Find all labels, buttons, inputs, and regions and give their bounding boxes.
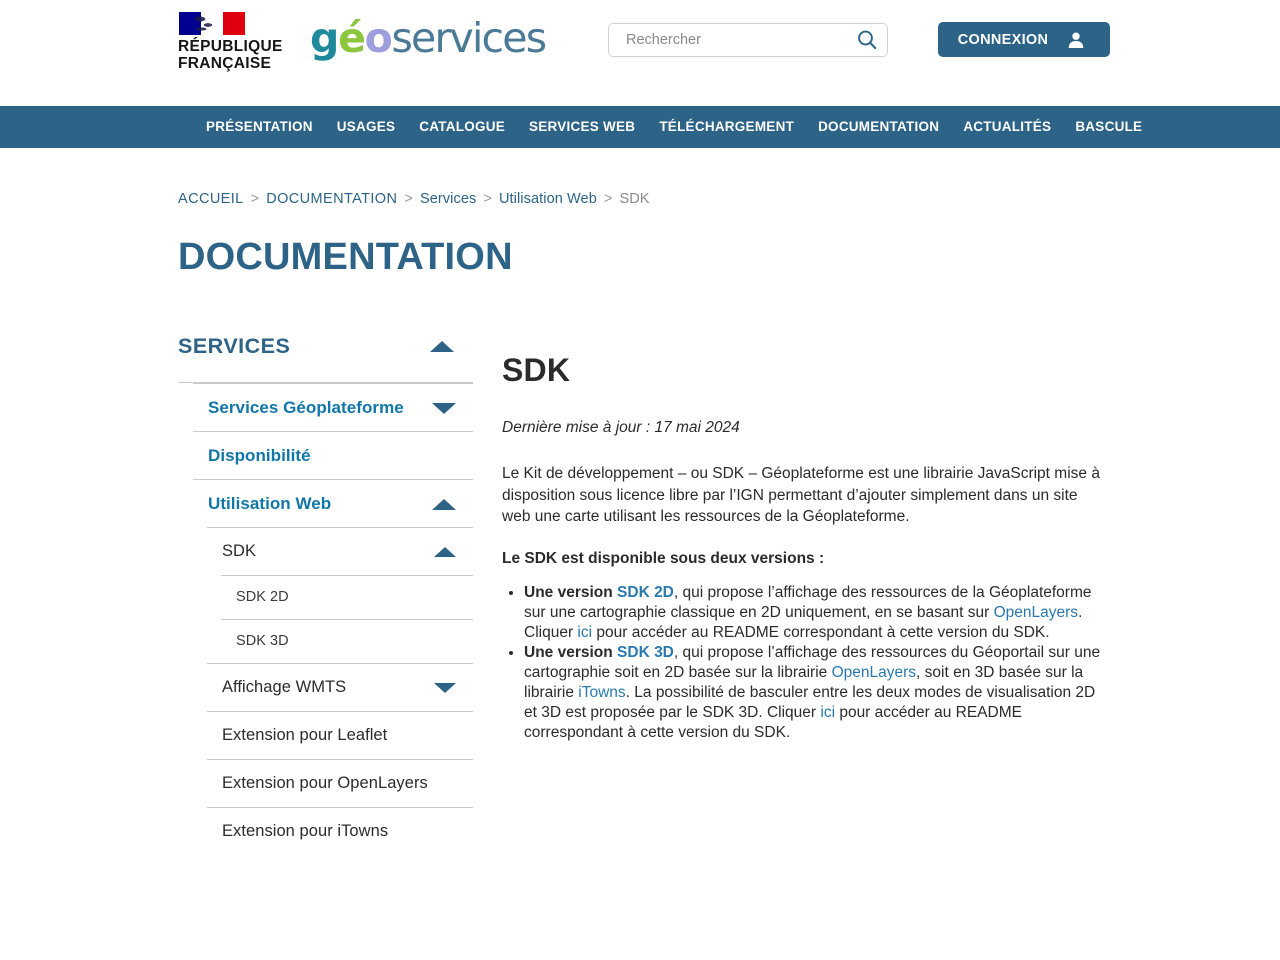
nav-item-catalogue[interactable]: CATALOGUE [407, 106, 517, 148]
bullet-prefix: Une version [524, 584, 618, 601]
sidebar-link-services-geoplateforme[interactable]: Services Géoplateforme [193, 384, 473, 431]
geoservices-logo[interactable]: géoservices [310, 14, 547, 62]
logo-letter-o: o [364, 14, 393, 62]
sidebar-item-label: Extension pour OpenLayers [222, 774, 428, 792]
list-item: Une version SDK 3D, qui propose l’affich… [524, 643, 1102, 743]
sidebar-submenu-utilisation-web: SDK SDK 2D SDK 3D Affichage WMTS Extensi… [207, 527, 473, 855]
sidebar-item-utilisation-web[interactable]: Utilisation Web SDK SDK 2D SDK 3D Affich… [193, 479, 473, 855]
logo-word-services: services [391, 14, 547, 62]
sidebar-item-label: Extension pour iTowns [222, 822, 389, 840]
user-avatar-icon [1066, 30, 1086, 50]
link-sdk-2d[interactable]: SDK 2D [617, 584, 674, 601]
article-heading: SDK [502, 352, 571, 388]
breadcrumb-separator: > [483, 191, 492, 207]
brand-block[interactable]: RÉPUBLIQUE FRANÇAISE géoservices [178, 12, 547, 72]
breadcrumb: ACCUEIL > DOCUMENTATION > Services > Utilisati… [178, 191, 650, 207]
sidebar-link-sdk[interactable]: SDK [207, 528, 473, 575]
sidebar-title: SERVICES [178, 333, 291, 358]
breadcrumb-separator: > [603, 191, 613, 207]
sidebar-link-sdk-3d[interactable]: SDK 3D [221, 620, 473, 663]
sidebar-item-label: Extension pour Leaflet [222, 726, 388, 744]
nav-item-actualites[interactable]: ACTUALITÉS [951, 106, 1063, 148]
sidebar-item-sdk-2d[interactable]: SDK 2D [221, 575, 473, 619]
sidebar-menu: Services Géoplateforme Disponibilité Uti… [193, 383, 473, 855]
bullet-prefix: Une version [524, 644, 618, 661]
sidebar-item-label: Disponibilité [208, 446, 311, 465]
nav-item-services-web[interactable]: SERVICES WEB [517, 106, 647, 148]
breadcrumb-item-sdk: SDK [619, 191, 650, 207]
nav-item-bascule[interactable]: BASCULE [1063, 106, 1154, 148]
sidebar-link-utilisation-web[interactable]: Utilisation Web [193, 480, 473, 527]
nav-item-presentation[interactable]: PRÉSENTATION [178, 106, 325, 148]
sidebar-link-disponibilite[interactable]: Disponibilité [193, 432, 473, 479]
sidebar-item-label: SDK 2D [236, 589, 289, 605]
sidebar-link-extension-itowns[interactable]: Extension pour iTowns [207, 808, 473, 855]
article-intro-paragraph: Le Kit de développement – ou SDK – Géopl… [502, 465, 1100, 525]
sidebar-item-label: Services Géoplateforme [208, 398, 404, 417]
sidebar-item-label: Affichage WMTS [222, 678, 347, 696]
link-openlayers[interactable]: OpenLayers [832, 664, 916, 681]
caret-up-icon[interactable] [433, 545, 457, 558]
page-title: DOCUMENTATION [178, 236, 513, 278]
caret-up-icon[interactable] [429, 339, 455, 353]
sidebar-item-label: SDK 3D [236, 633, 289, 649]
link-itowns[interactable]: iTowns [578, 684, 625, 701]
sidebar-link-extension-openlayers[interactable]: Extension pour OpenLayers [207, 760, 473, 807]
logo-letter-e: é [338, 14, 366, 62]
caret-up-icon[interactable] [431, 497, 457, 511]
republique-francaise-logo: RÉPUBLIQUE FRANÇAISE [178, 12, 288, 72]
site-header: RÉPUBLIQUE FRANÇAISE géoservices CONNEXI… [0, 0, 1280, 106]
search-submit-button[interactable] [847, 24, 887, 56]
nav-item-telechargement[interactable]: TÉLÉCHARGEMENT [647, 106, 806, 148]
link-openlayers[interactable]: OpenLayers [994, 604, 1078, 621]
search-icon [858, 30, 877, 50]
article-lead-text: Le SDK est disponible sous deux versions… [502, 549, 825, 567]
sidebar-item-disponibilite[interactable]: Disponibilité [193, 431, 473, 479]
sidebar-header[interactable]: SERVICES [178, 320, 473, 372]
sidebar: SERVICES Services Géoplateforme Disponib… [178, 320, 473, 855]
link-sdk-3d[interactable]: SDK 3D [617, 644, 674, 661]
french-flag-icon [179, 12, 245, 35]
page-root: RÉPUBLIQUE FRANÇAISE géoservices CONNEXI… [0, 0, 1280, 960]
login-button-label: CONNEXION [957, 31, 1049, 48]
search-box[interactable] [608, 23, 888, 57]
last-updated-text: Dernière mise à jour : 17 mai 2024 [502, 419, 740, 436]
main-navigation: PRÉSENTATION USAGES CATALOGUE SERVICES W… [0, 106, 1280, 148]
sidebar-submenu-sdk: SDK 2D SDK 3D [221, 575, 473, 663]
republique-line-1: RÉPUBLIQUE [178, 38, 283, 55]
sdk-version-list: Une version SDK 2D, qui propose l’affich… [502, 583, 1102, 743]
breadcrumb-item-accueil[interactable]: ACCUEIL [178, 191, 244, 207]
sidebar-item-label: SDK [222, 542, 257, 560]
breadcrumb-item-services[interactable]: Services [420, 191, 476, 207]
republique-line-2: FRANÇAISE [178, 55, 272, 72]
sidebar-item-extension-itowns[interactable]: Extension pour iTowns [207, 807, 473, 855]
link-ici-sdk-2d[interactable]: ici [577, 624, 592, 641]
search-input[interactable] [609, 24, 847, 56]
sidebar-link-sdk-2d[interactable]: SDK 2D [221, 576, 473, 619]
breadcrumb-item-utilisation-web[interactable]: Utilisation Web [499, 191, 597, 207]
logo-letter-g: g [310, 14, 339, 62]
nav-item-usages[interactable]: USAGES [325, 106, 408, 148]
login-button[interactable]: CONNEXION [938, 22, 1110, 57]
sidebar-item-sdk-3d[interactable]: SDK 3D [221, 619, 473, 663]
nav-item-documentation[interactable]: DOCUMENTATION [806, 106, 951, 148]
sidebar-item-extension-leaflet[interactable]: Extension pour Leaflet [207, 711, 473, 759]
list-item: Une version SDK 2D, qui propose l’affich… [524, 583, 1102, 643]
sidebar-item-services-geoplateforme[interactable]: Services Géoplateforme [193, 383, 473, 431]
sidebar-item-affichage-wmts[interactable]: Affichage WMTS [207, 663, 473, 711]
breadcrumb-item-documentation[interactable]: DOCUMENTATION [266, 191, 397, 207]
main-article: SDK Dernière mise à jour : 17 mai 2024 L… [502, 320, 1102, 743]
sidebar-link-extension-leaflet[interactable]: Extension pour Leaflet [207, 712, 473, 759]
sidebar-item-sdk[interactable]: SDK SDK 2D SDK 3D [207, 527, 473, 663]
sidebar-item-label: Utilisation Web [208, 494, 332, 513]
breadcrumb-separator: > [404, 191, 413, 207]
caret-down-icon[interactable] [433, 681, 457, 694]
sidebar-item-extension-openlayers[interactable]: Extension pour OpenLayers [207, 759, 473, 807]
caret-down-icon[interactable] [431, 401, 457, 415]
bullet-segment: pour accéder au README correspondant à c… [592, 624, 1050, 641]
breadcrumb-separator: > [250, 191, 260, 207]
sidebar-link-affichage-wmts[interactable]: Affichage WMTS [207, 664, 473, 711]
link-ici-sdk-3d[interactable]: ici [820, 704, 835, 721]
